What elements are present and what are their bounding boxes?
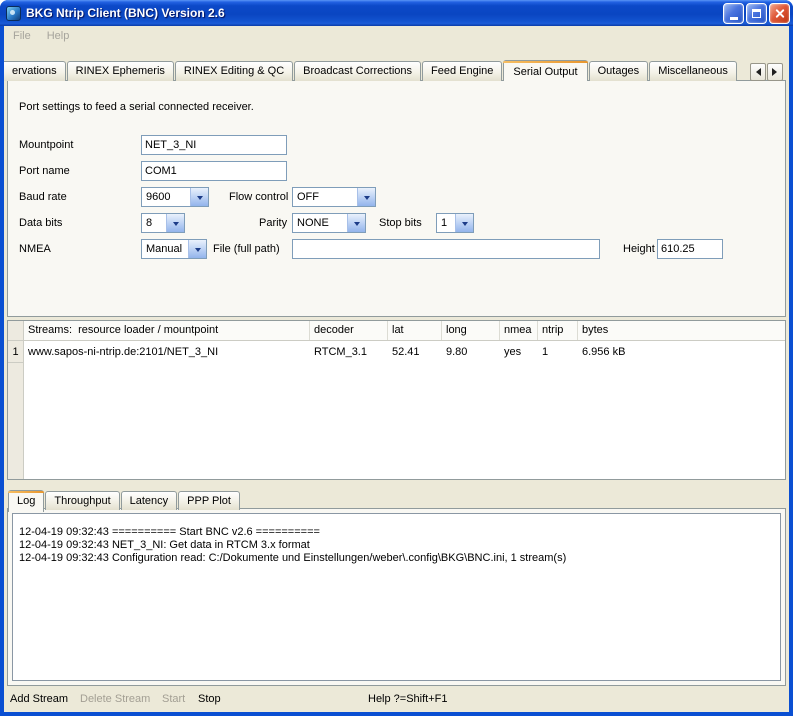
tab-miscellaneous[interactable]: Miscellaneous	[649, 61, 737, 81]
chevron-down-icon	[347, 214, 365, 232]
mountpoint-input[interactable]	[141, 135, 287, 155]
menu-item-help[interactable]: Help	[47, 30, 70, 42]
close-button[interactable]	[769, 3, 790, 24]
chevron-down-icon	[190, 188, 208, 206]
column-header-bytes: bytes	[578, 321, 785, 340]
log-line: 12-04-19 09:32:43 Configuration read: C:…	[19, 552, 774, 565]
chevron-down-icon	[188, 240, 206, 258]
log-line: 12-04-19 09:32:43 NET_3_NI: Get data in …	[19, 539, 774, 552]
cell-nmea: yes	[500, 341, 538, 363]
cell-ntrip: 1	[538, 341, 578, 363]
tab-rinex-editing-qc[interactable]: RINEX Editing & QC	[175, 61, 293, 81]
tab-outages[interactable]: Outages	[589, 61, 649, 81]
stop-button[interactable]: Stop	[198, 693, 221, 705]
bottom-tabbar: Log Throughput Latency PPP Plot	[8, 488, 241, 510]
cell-decoder: RTCM_3.1	[310, 341, 388, 363]
port-name-label: Port name	[19, 161, 70, 181]
streams-table-header: Streams: resource loader / mountpoint de…	[8, 321, 785, 341]
arrow-right-icon	[772, 68, 781, 76]
window-title: BKG Ntrip Client (BNC) Version 2.6	[26, 6, 718, 20]
column-header-ntrip: ntrip	[538, 321, 578, 340]
tab-scroll-left-button[interactable]	[750, 63, 766, 81]
stop-bits-label: Stop bits	[379, 213, 422, 233]
file-path-label: File (full path)	[213, 239, 280, 259]
chevron-down-icon	[166, 214, 184, 232]
parity-select[interactable]: NONE	[292, 213, 366, 233]
titlebar: BKG Ntrip Client (BNC) Version 2.6	[0, 0, 793, 26]
delete-stream-button[interactable]: Delete Stream	[80, 693, 150, 705]
column-header-nmea: nmea	[500, 321, 538, 340]
panel-description: Port settings to feed a serial connected…	[19, 101, 254, 113]
menubar: File Help	[4, 26, 789, 46]
help-button[interactable]: Help ?=Shift+F1	[368, 693, 448, 705]
serial-output-panel: Port settings to feed a serial connected…	[7, 80, 786, 317]
bottom-action-bar: Add Stream Delete Stream Start Stop Help…	[4, 689, 789, 712]
column-header-lat: lat	[388, 321, 442, 340]
baud-rate-select[interactable]: 9600	[141, 187, 209, 207]
maximize-button[interactable]	[746, 3, 767, 24]
minimize-button[interactable]	[723, 3, 744, 24]
row-number-column	[8, 363, 24, 479]
tab-latency[interactable]: Latency	[121, 491, 178, 510]
height-label: Height	[623, 239, 655, 259]
minimize-icon	[730, 17, 738, 20]
flow-control-label: Flow control	[229, 187, 288, 207]
streams-table: Streams: resource loader / mountpoint de…	[7, 320, 786, 480]
cell-lat: 52.41	[388, 341, 442, 363]
tab-log[interactable]: Log	[8, 490, 44, 512]
row-number-header	[8, 321, 24, 340]
tab-serial-output[interactable]: Serial Output	[503, 60, 587, 81]
app-body: File Help ervations RINEX Ephemeris RINE…	[4, 26, 789, 712]
cell-mountpoint: www.sapos-ni-ntrip.de:2101/NET_3_NI	[24, 341, 310, 363]
cell-long: 9.80	[442, 341, 500, 363]
column-header-mountpoint: Streams: resource loader / mountpoint	[24, 321, 310, 340]
tab-broadcast-corrections[interactable]: Broadcast Corrections	[294, 61, 421, 81]
height-input[interactable]	[657, 239, 723, 259]
app-window: BKG Ntrip Client (BNC) Version 2.6 File …	[0, 0, 793, 716]
data-bits-select[interactable]: 8	[141, 213, 185, 233]
port-name-input[interactable]	[141, 161, 287, 181]
mountpoint-label: Mountpoint	[19, 135, 73, 155]
app-icon	[6, 6, 21, 21]
nmea-select[interactable]: Manual	[141, 239, 207, 259]
window-controls	[723, 3, 790, 24]
tab-scroll-arrows	[750, 63, 783, 81]
file-path-input[interactable]	[292, 239, 600, 259]
main-tabbar: ervations RINEX Ephemeris RINEX Editing …	[4, 58, 789, 81]
tab-ppp-plot[interactable]: PPP Plot	[178, 491, 240, 510]
parity-label: Parity	[259, 213, 287, 233]
start-button[interactable]: Start	[162, 693, 185, 705]
tab-observations[interactable]: ervations	[4, 61, 66, 81]
stop-bits-select[interactable]: 1	[436, 213, 474, 233]
nmea-label: NMEA	[19, 239, 51, 259]
chevron-down-icon	[357, 188, 375, 206]
data-bits-label: Data bits	[19, 213, 62, 233]
column-header-decoder: decoder	[310, 321, 388, 340]
chevron-down-icon	[455, 214, 473, 232]
tab-throughput[interactable]: Throughput	[45, 491, 119, 510]
tab-rinex-ephemeris[interactable]: RINEX Ephemeris	[67, 61, 174, 81]
log-frame: 12-04-19 09:32:43 ========== Start BNC v…	[7, 508, 786, 686]
log-output[interactable]: 12-04-19 09:32:43 ========== Start BNC v…	[12, 513, 781, 681]
row-number: 1	[8, 341, 24, 363]
close-icon	[774, 8, 785, 19]
tab-feed-engine[interactable]: Feed Engine	[422, 61, 502, 81]
arrow-left-icon	[752, 68, 761, 76]
menu-item-file[interactable]: File	[13, 30, 31, 42]
log-line: 12-04-19 09:32:43 ========== Start BNC v…	[19, 526, 774, 539]
add-stream-button[interactable]: Add Stream	[10, 693, 68, 705]
column-header-long: long	[442, 321, 500, 340]
tab-scroll-right-button[interactable]	[767, 63, 783, 81]
flow-control-select[interactable]: OFF	[292, 187, 376, 207]
table-row[interactable]: 1 www.sapos-ni-ntrip.de:2101/NET_3_NI RT…	[8, 341, 785, 363]
cell-bytes: 6.956 kB	[578, 341, 785, 363]
maximize-icon	[752, 9, 761, 18]
baud-rate-label: Baud rate	[19, 187, 67, 207]
